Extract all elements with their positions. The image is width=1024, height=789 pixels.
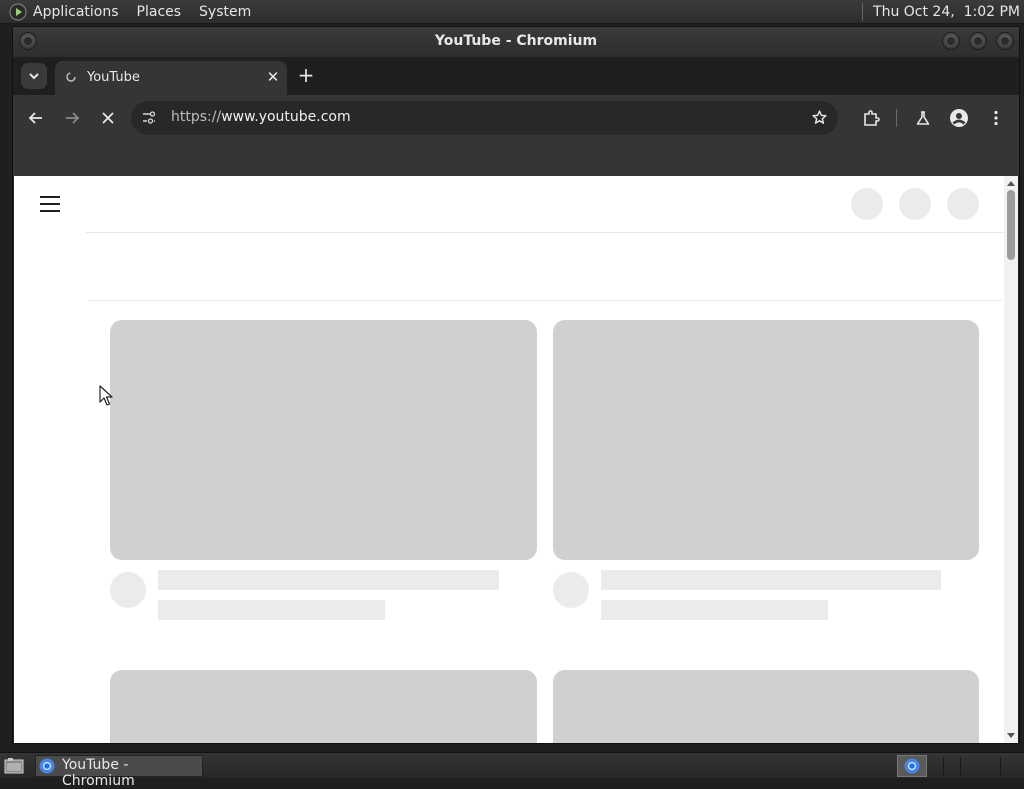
workspace-separator <box>960 757 961 775</box>
browser-window: YouTube - Chromium YouTube ✕ + https://w… <box>12 26 1020 744</box>
person-icon <box>950 109 968 127</box>
skeleton-header-button <box>851 188 883 220</box>
close-icon <box>102 112 114 124</box>
distro-logo-icon[interactable] <box>9 2 27 21</box>
loading-favicon-icon <box>66 72 76 82</box>
bookmark-star-icon[interactable] <box>811 109 828 126</box>
browser-menu-button[interactable] <box>984 106 1008 130</box>
skeleton-thumbnail <box>553 320 979 560</box>
site-info-icon[interactable] <box>141 110 157 126</box>
applications-menu[interactable]: Applications <box>33 4 119 20</box>
tab-search-button[interactable] <box>21 63 47 89</box>
minimize-button[interactable] <box>942 32 960 50</box>
skeleton-thumbnail <box>110 320 537 560</box>
scroll-down-arrow-icon[interactable] <box>1007 733 1015 738</box>
chips-divider <box>88 300 1002 301</box>
tab-youtube[interactable]: YouTube ✕ <box>55 61 287 95</box>
forward-button[interactable] <box>60 106 84 130</box>
window-title: YouTube - Chromium <box>434 33 598 49</box>
close-window-button[interactable] <box>996 32 1014 50</box>
url-scheme: https:// <box>171 109 222 125</box>
window-titlebar[interactable]: YouTube - Chromium <box>13 27 1019 57</box>
more-vert-icon <box>994 110 998 126</box>
puzzle-icon <box>864 110 880 126</box>
toolbar-separator <box>896 109 897 127</box>
header-divider <box>86 232 1004 233</box>
chevron-down-icon <box>29 73 39 80</box>
tab-close-icon[interactable]: ✕ <box>265 69 281 85</box>
stop-loading-button[interactable] <box>96 106 120 130</box>
taskbar-item-label: YouTube - Chromium <box>62 757 135 789</box>
system-menu[interactable]: System <box>199 4 251 20</box>
address-bar[interactable]: https://www.youtube.com <box>131 101 838 135</box>
tab-label: YouTube <box>87 70 140 85</box>
browser-toolbar: https://www.youtube.com <box>13 95 1019 141</box>
panel-separator <box>862 3 864 21</box>
profile-button[interactable] <box>947 106 971 130</box>
skeleton-thumbnail <box>553 670 979 743</box>
skeleton-thumbnail <box>110 670 537 743</box>
skeleton-avatar <box>553 572 589 608</box>
skeleton-avatar <box>110 572 146 608</box>
guide-menu-icon[interactable] <box>40 196 60 212</box>
mouse-pointer-icon <box>99 385 113 406</box>
page-viewport[interactable] <box>14 176 1004 743</box>
flask-icon <box>916 111 930 125</box>
chromium-icon <box>904 758 920 774</box>
labs-button[interactable] <box>911 106 935 130</box>
skeleton-header-button <box>899 188 931 220</box>
maximize-button[interactable] <box>969 32 987 50</box>
skeleton-title-line <box>601 570 941 590</box>
panel-clock[interactable]: Thu Oct 24, 1:02 PM <box>873 4 1020 20</box>
bottom-taskbar: YouTube - Chromium <box>0 752 1024 789</box>
chromium-icon <box>39 758 55 774</box>
scrollbar-thumb[interactable] <box>1007 190 1015 260</box>
url-domain: www.youtube.com <box>221 109 351 125</box>
scroll-up-arrow-icon[interactable] <box>1007 181 1015 186</box>
arrow-left-icon <box>28 112 42 124</box>
skeleton-title-line <box>158 570 499 590</box>
url-text[interactable]: https://www.youtube.com <box>171 109 351 125</box>
extensions-button[interactable] <box>859 106 883 130</box>
workspace-separator <box>1000 757 1001 775</box>
bookmarks-bar <box>13 141 1019 176</box>
workspace-separator <box>943 757 944 775</box>
back-button[interactable] <box>24 106 48 130</box>
tray-chromium-button[interactable] <box>897 755 927 777</box>
arrow-right-icon <box>66 112 80 124</box>
skeleton-header-button <box>947 188 979 220</box>
page-scrollbar[interactable] <box>1004 176 1018 743</box>
places-menu[interactable]: Places <box>137 4 182 20</box>
skeleton-meta-line <box>601 600 828 620</box>
taskbar-item-chromium[interactable]: YouTube - Chromium <box>35 755 203 789</box>
show-desktop-icon[interactable] <box>4 757 24 774</box>
top-panel: Applications Places System Thu Oct 24, 1… <box>0 0 1024 24</box>
skeleton-meta-line <box>158 600 385 620</box>
tab-strip: YouTube ✕ + <box>13 57 1019 95</box>
new-tab-button[interactable]: + <box>296 65 316 85</box>
